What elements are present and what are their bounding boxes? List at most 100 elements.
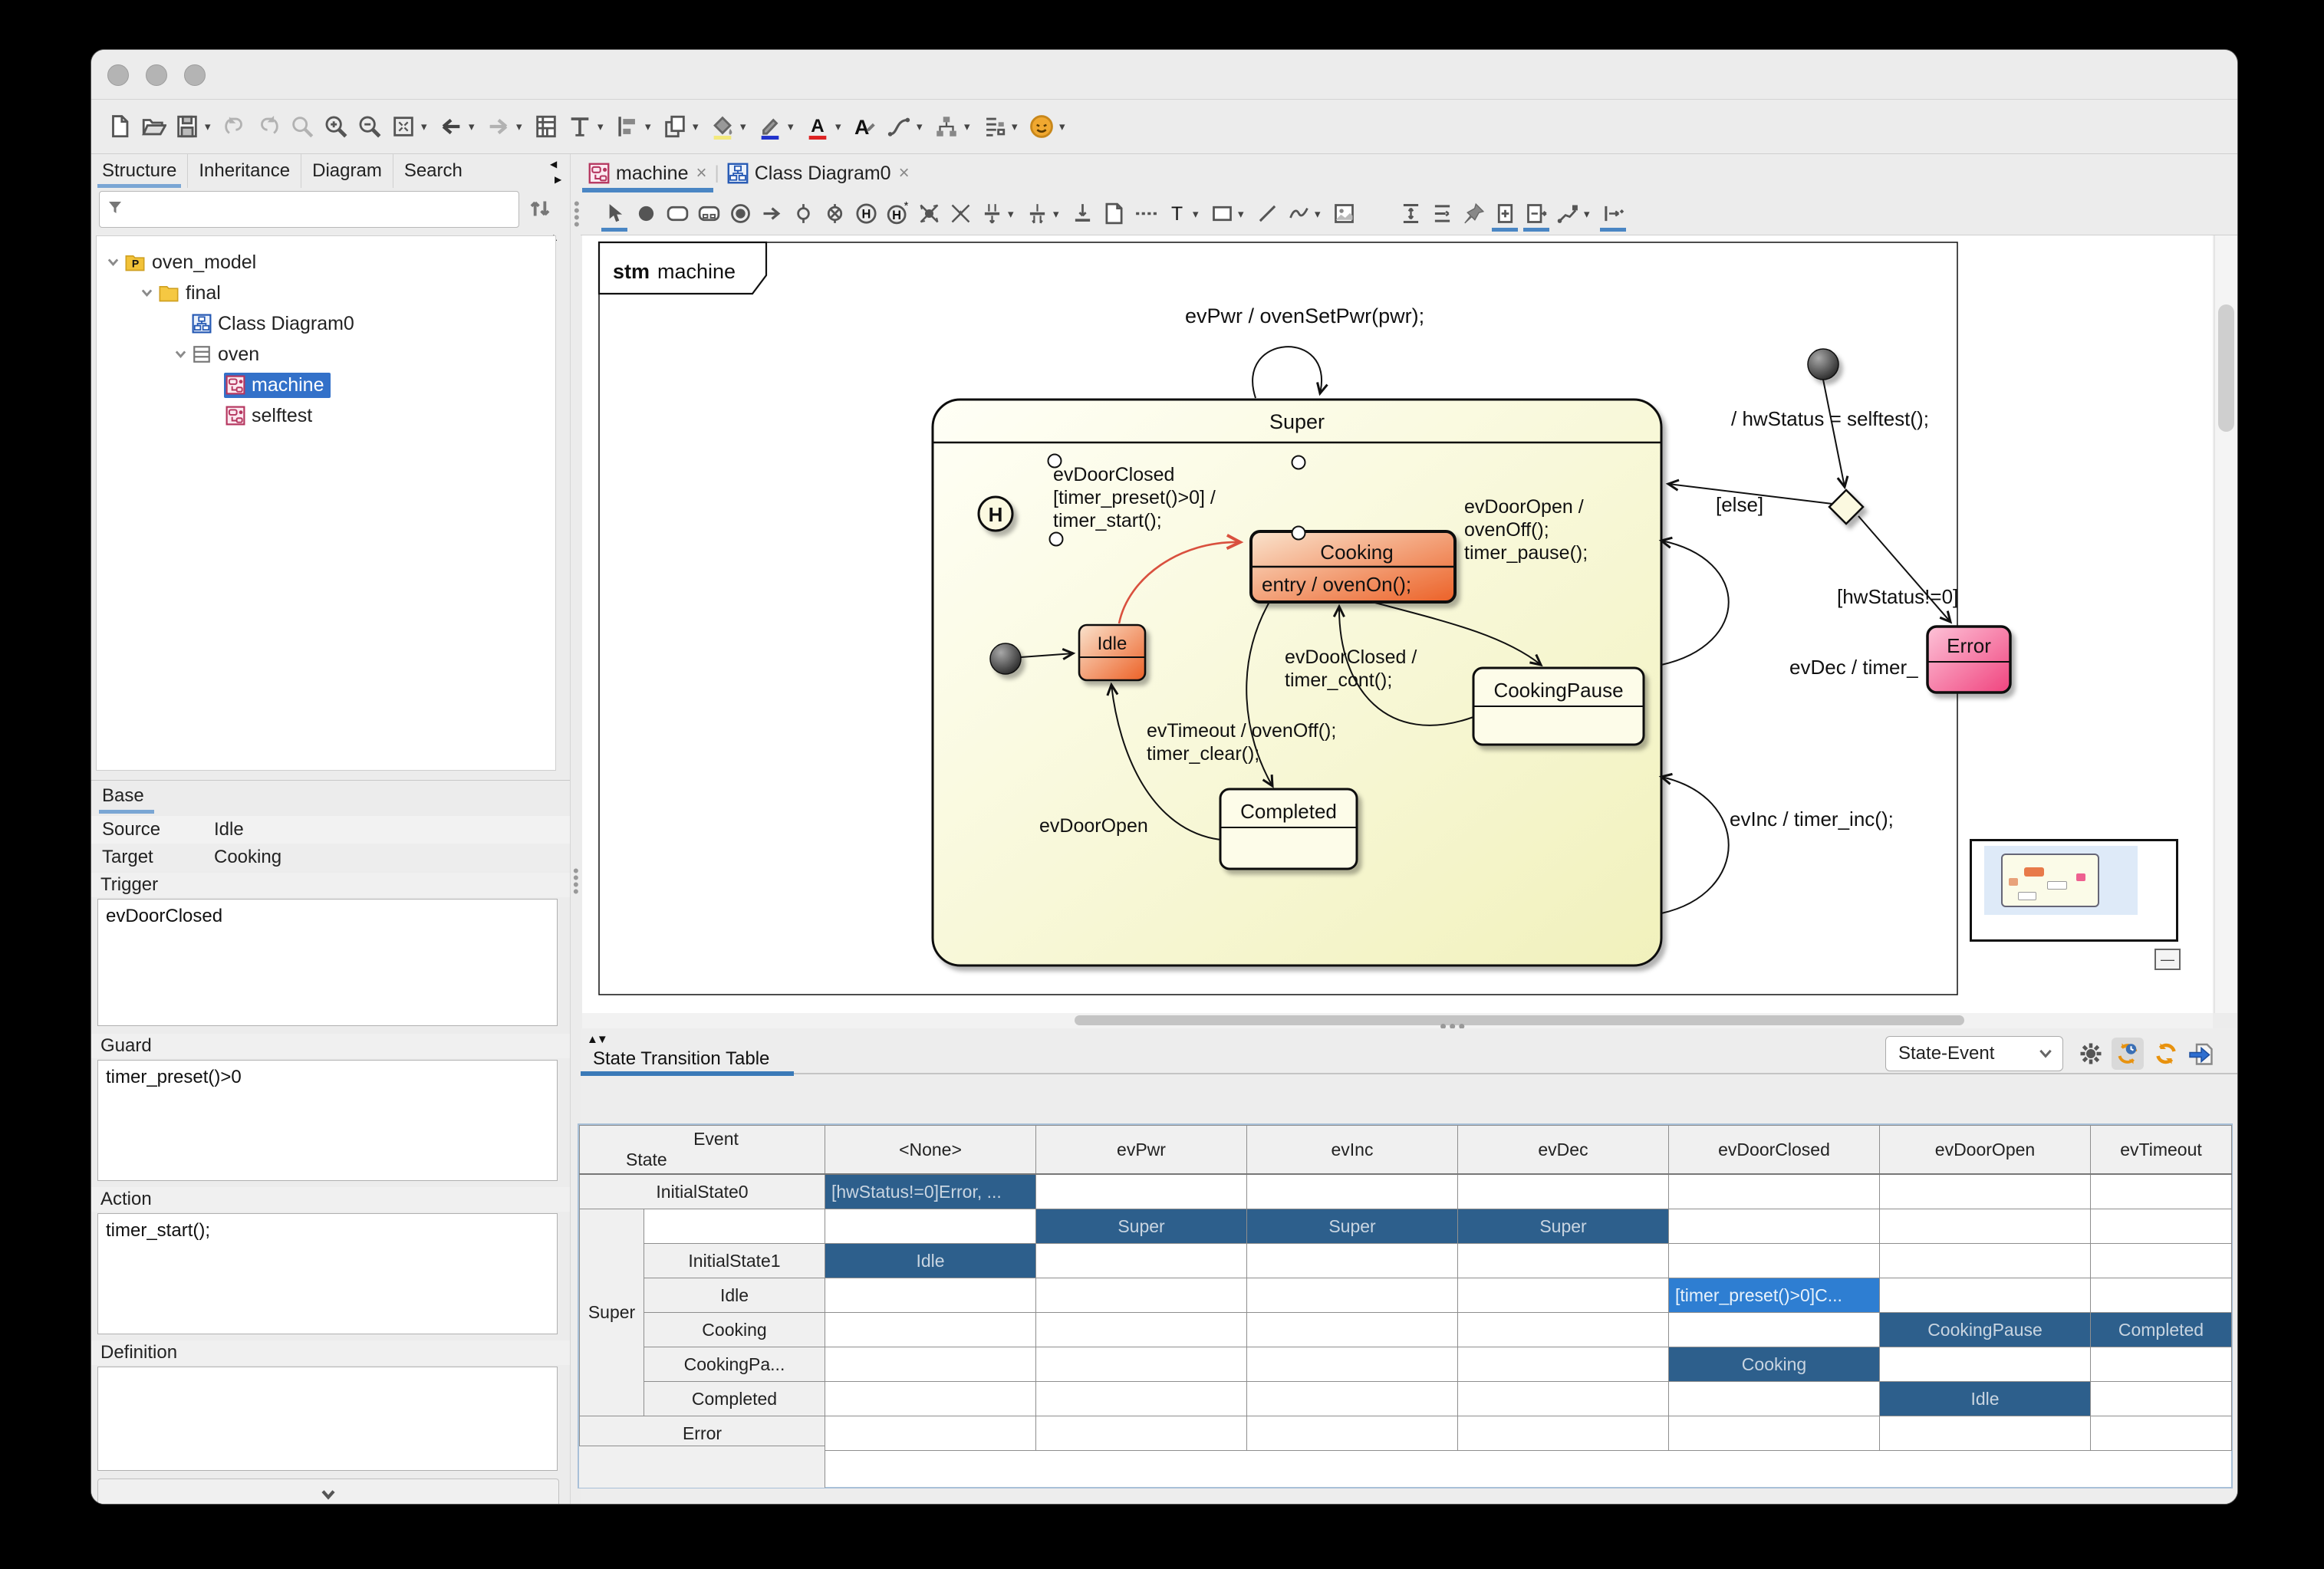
dropdown-caret-icon[interactable]: ▾: [917, 120, 929, 133]
stt-group-Super[interactable]: Super: [580, 1209, 644, 1416]
state-idle-name[interactable]: Idle: [1098, 633, 1127, 654]
font-color-icon[interactable]: A: [802, 110, 834, 143]
dropdown-caret-icon[interactable]: ▾: [645, 120, 657, 133]
stt-cell[interactable]: [1458, 1278, 1669, 1313]
tree-item-selftest[interactable]: selftest: [97, 400, 555, 431]
junction-icon[interactable]: [788, 196, 818, 232]
stt-cell[interactable]: [1036, 1347, 1247, 1382]
state-icon[interactable]: [662, 196, 693, 232]
undo-icon[interactable]: [219, 110, 251, 143]
initial-state-icon[interactable]: [630, 196, 661, 232]
stt-cell[interactable]: [2091, 1347, 2232, 1382]
note-icon[interactable]: [1098, 196, 1129, 232]
stt-col-evDoorClosed[interactable]: evDoorClosed: [1669, 1126, 1880, 1175]
tab-scroll-right-icon[interactable]: ▶: [555, 174, 561, 185]
tab-state-transition-table[interactable]: State Transition Table: [593, 1048, 769, 1070]
text-align-icon[interactable]: [564, 110, 596, 143]
export-icon[interactable]: [2185, 1038, 2217, 1070]
stt-cell[interactable]: [1669, 1244, 1880, 1278]
stt-cell[interactable]: [timer_preset()>0]C...: [1669, 1278, 1880, 1313]
shallow-history-icon[interactable]: H: [851, 196, 881, 232]
pushpin-icon[interactable]: [1458, 196, 1489, 232]
stt-cell[interactable]: Super: [1036, 1209, 1247, 1244]
collapse-properties-button[interactable]: [97, 1479, 559, 1505]
sort-swap-icon[interactable]: [525, 194, 555, 227]
stt-cell[interactable]: [2091, 1244, 2232, 1278]
anchor-icon[interactable]: [1067, 196, 1098, 232]
transition-init-choice[interactable]: [1823, 380, 1845, 487]
tree-caret-icon[interactable]: [137, 288, 156, 298]
minimap-minimize-button[interactable]: —: [2154, 949, 2181, 970]
stt-cell[interactable]: [1880, 1416, 2091, 1451]
stt-cell[interactable]: [1880, 1244, 2091, 1278]
stt-cell[interactable]: [1247, 1347, 1458, 1382]
tree-item-oven_model[interactable]: Poven_model: [97, 247, 555, 278]
dropdown-caret-icon[interactable]: ▾: [516, 120, 528, 133]
tab-machine[interactable]: machine ×: [581, 154, 715, 192]
stt-cell[interactable]: [1669, 1313, 1880, 1347]
diagram-canvas[interactable]: stm machine evPwr / ovenSetPwr(pwr); Sup…: [582, 235, 2213, 1013]
choice-pseudostate[interactable]: [1829, 490, 1863, 524]
zoom-window-button[interactable]: [184, 64, 206, 86]
label-idle-cooking-3[interactable]: timer_start();: [1053, 510, 1162, 531]
stt-col-evPwr[interactable]: evPwr: [1036, 1126, 1247, 1175]
stt-cell[interactable]: [1458, 1382, 1669, 1416]
minimap[interactable]: [1970, 839, 2178, 942]
stt-cell[interactable]: Cooking: [1669, 1347, 1880, 1382]
stt-col-evInc[interactable]: evInc: [1247, 1126, 1458, 1175]
settings-icon[interactable]: [2075, 1038, 2107, 1070]
stt-row-InitialState1[interactable]: InitialState1: [644, 1244, 825, 1278]
state-cooking-entry[interactable]: entry / ovenOn();: [1262, 573, 1411, 596]
prop-row-target[interactable]: Target Cooking: [91, 844, 570, 871]
dropdown-caret-icon[interactable]: ▾: [1315, 207, 1327, 221]
state-error-name[interactable]: Error: [1947, 634, 1991, 657]
stt-cell[interactable]: [1036, 1278, 1247, 1313]
dropdown-caret-icon[interactable]: ▾: [1238, 207, 1250, 221]
indent-icon[interactable]: [1598, 196, 1628, 232]
initial-state-0[interactable]: [1808, 349, 1838, 380]
stt-cell[interactable]: [825, 1347, 1036, 1382]
stt-cell[interactable]: [1458, 1174, 1669, 1209]
terminate-icon[interactable]: [819, 196, 850, 232]
stt-cell[interactable]: [1247, 1313, 1458, 1347]
tab-search[interactable]: Search: [393, 154, 473, 188]
stt-cell[interactable]: [1247, 1174, 1458, 1209]
stt-cell[interactable]: [2091, 1416, 2232, 1451]
label-else[interactable]: [else]: [1716, 493, 1763, 516]
divider-handle[interactable]: ••••: [573, 867, 579, 895]
stt-cell[interactable]: [1247, 1278, 1458, 1313]
freehand-icon[interactable]: [1283, 196, 1314, 232]
stt-cell[interactable]: [2091, 1278, 2232, 1313]
close-tab-icon[interactable]: ×: [696, 163, 707, 184]
search-icon[interactable]: [286, 110, 318, 143]
connector-icon[interactable]: [883, 110, 915, 143]
tree-item-class-diagram0[interactable]: Class Diagram0: [97, 308, 555, 339]
vertical-scrollbar[interactable]: [2214, 235, 2238, 1013]
dropdown-caret-icon[interactable]: ▾: [469, 120, 481, 133]
horizontal-scrollbar[interactable]: [582, 1013, 2213, 1028]
stt-row-Completed[interactable]: Completed: [644, 1382, 825, 1416]
stt-cell[interactable]: [1247, 1244, 1458, 1278]
label-evpwr[interactable]: evPwr / ovenSetPwr(pwr);: [1185, 304, 1424, 327]
stt-cell[interactable]: [1880, 1347, 2091, 1382]
selection-handle[interactable]: [1292, 527, 1305, 540]
tab-base[interactable]: Base: [102, 785, 144, 807]
tree-item-machine[interactable]: machine: [97, 370, 555, 400]
stt-cell[interactable]: [1880, 1278, 2091, 1313]
dropdown-caret-icon[interactable]: ▾: [597, 120, 610, 133]
stt-cell[interactable]: [1880, 1174, 2091, 1209]
new-file-icon[interactable]: [104, 110, 136, 143]
view-mode-select[interactable]: State-Event: [1885, 1036, 2063, 1071]
transition-evpwr-selfloop[interactable]: [1253, 347, 1322, 398]
fill-color-icon[interactable]: [706, 110, 739, 143]
h-space-icon[interactable]: [1427, 196, 1457, 232]
scrollbar-thumb[interactable]: [1075, 1015, 1964, 1025]
tab-structure[interactable]: Structure: [91, 154, 188, 188]
stt-row-Cooking[interactable]: Cooking: [644, 1313, 825, 1347]
dropdown-caret-icon[interactable]: ▾: [964, 120, 976, 133]
merge-icon[interactable]: [945, 196, 976, 232]
tree-caret-icon[interactable]: [170, 350, 190, 359]
dropdown-caret-icon[interactable]: ▾: [1053, 207, 1065, 221]
emoticon-icon[interactable]: [1025, 110, 1058, 143]
scrollbar-thumb[interactable]: [2218, 304, 2234, 432]
